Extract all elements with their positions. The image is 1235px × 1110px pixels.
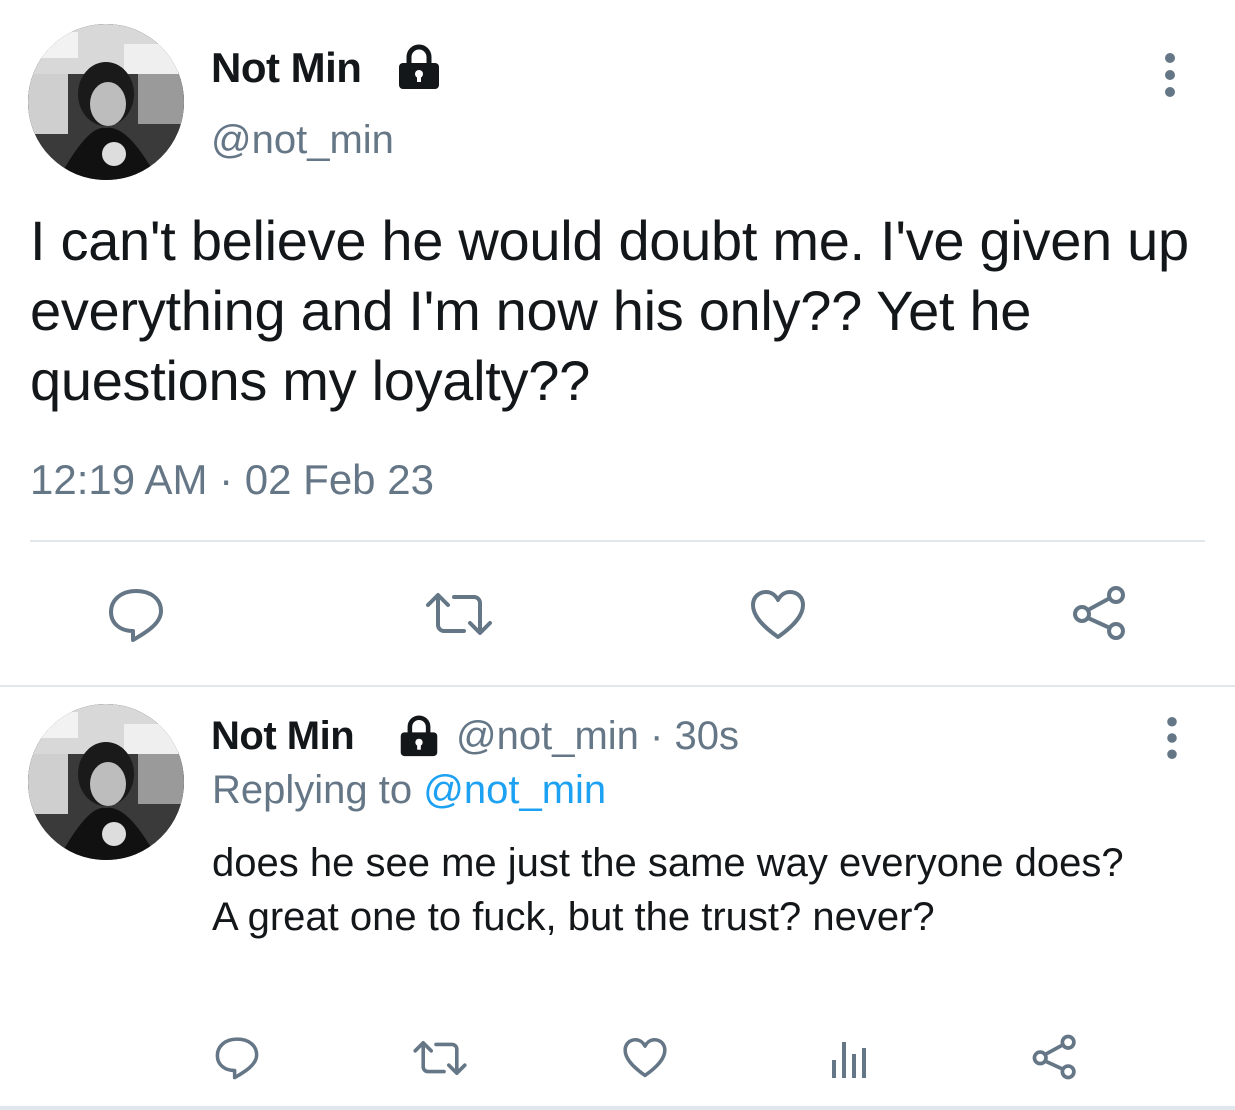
lock-icon <box>397 715 441 762</box>
reply-icon[interactable] <box>107 587 165 648</box>
divider <box>0 685 1235 687</box>
tweet-text: I can't believe he would doubt me. I've … <box>30 209 1189 412</box>
reply-meta: @not_min · 30s <box>456 714 739 759</box>
retweet-icon[interactable] <box>412 1038 468 1083</box>
share-icon[interactable] <box>1030 1034 1080 1085</box>
display-name[interactable]: Not Min <box>211 714 355 759</box>
analytics-icon[interactable] <box>828 1036 872 1085</box>
handle[interactable]: @not_min <box>456 714 639 758</box>
like-icon[interactable] <box>622 1037 668 1084</box>
replying-label: Replying to <box>212 768 413 812</box>
reply-icon[interactable] <box>214 1036 260 1085</box>
share-icon[interactable] <box>1070 585 1130 646</box>
like-icon[interactable] <box>749 589 807 646</box>
meta-separator: · <box>650 714 664 758</box>
divider <box>30 540 1205 542</box>
more-vertical-icon[interactable] <box>1160 52 1180 103</box>
avatar[interactable] <box>28 704 184 860</box>
retweet-icon[interactable] <box>424 589 494 644</box>
more-vertical-icon[interactable] <box>1162 716 1182 765</box>
timestamp[interactable]: 12:19 AM · 02 Feb 23 <box>30 456 434 504</box>
display-name[interactable]: Not Min <box>211 44 362 92</box>
replying-to: Replying to @not_min <box>212 768 606 813</box>
handle[interactable]: @not_min <box>211 118 394 163</box>
mention-link[interactable]: @not_min <box>423 768 606 812</box>
relative-time[interactable]: 30s <box>675 714 740 758</box>
divider <box>0 1106 1235 1110</box>
avatar[interactable] <box>28 24 184 180</box>
main-tweet: Not Min @not_min I can't believe he woul… <box>0 0 1235 686</box>
tweet-text: does he see me just the same way everyon… <box>212 841 1124 939</box>
lock-icon <box>397 44 441 95</box>
